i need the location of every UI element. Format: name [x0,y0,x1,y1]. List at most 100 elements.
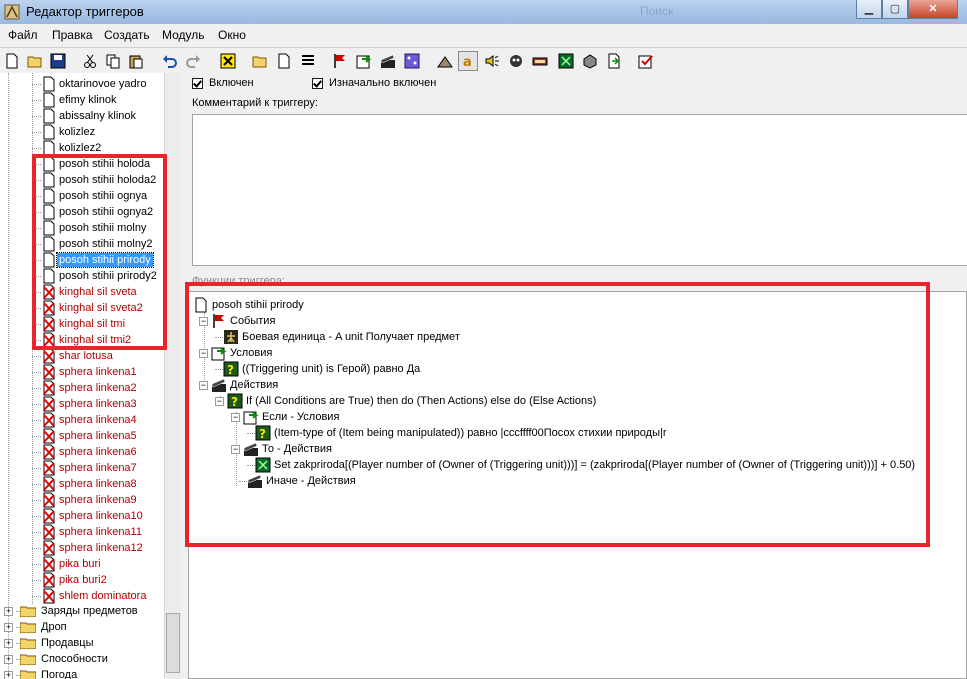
tree-folder[interactable]: + Продавцы [4,635,96,651]
tree-item[interactable]: kolizlez [32,124,97,140]
tree-item-label: sphera linkena12 [59,542,143,554]
expand-icon[interactable]: + [4,670,13,679]
tree-folder[interactable]: + Заряды предметов [4,603,140,619]
enabled-checkbox[interactable] [192,77,203,89]
tree-item[interactable]: oktarinovoe yadro [32,76,148,92]
close-button[interactable]: ✕ [908,0,958,19]
tree-item[interactable]: shlem dominatora [32,588,148,604]
folder-icon [20,654,36,665]
import-icon[interactable] [556,51,576,71]
menu-file[interactable]: Файл [8,28,38,42]
tree-item[interactable]: abissalny klinok [32,108,138,124]
maximize-button[interactable]: ▢ [882,0,908,19]
expand-icon[interactable]: + [4,622,13,632]
trigger-doc-icon [43,76,55,92]
model-icon[interactable] [506,51,526,71]
new-category-icon[interactable] [250,51,270,71]
variables-icon[interactable] [402,51,422,71]
disabled-trigger-icon [43,460,55,476]
tree-item-label: kolizlez [59,126,96,138]
expand-icon[interactable]: + [4,638,13,648]
tree-item[interactable]: sphera linkena9 [32,492,139,508]
tree-folder[interactable]: + Способности [4,651,110,667]
tree-folder[interactable]: + Погода [4,667,79,679]
new-comment-icon[interactable] [298,51,318,71]
disabled-trigger-icon [43,572,55,588]
trigger-editor-icon [4,4,20,20]
tree-item[interactable]: sphera linkena7 [32,460,139,476]
folder-label: Продавцы [41,637,94,649]
folder-label: Заряды предметов [41,605,138,617]
tree-item[interactable]: sphera linkena6 [32,444,139,460]
tree-item[interactable]: sphera linkena8 [32,476,139,492]
tree-guide [8,73,9,679]
tree-item[interactable]: sphera linkena4 [32,412,139,428]
redo-icon[interactable] [183,51,203,71]
tree-item-label: sphera linkena5 [59,430,137,442]
tree-item[interactable]: sphera linkena1 [32,364,139,380]
highlight-box-tree [32,154,167,350]
folder-label: Способности [41,653,108,665]
tree-item[interactable]: shar lotusa [32,348,115,364]
tree-item[interactable]: pika buri2 [32,572,109,588]
tree-item-label: efimy klinok [59,94,117,106]
delete-icon[interactable] [218,51,238,71]
new-condition-icon[interactable] [354,51,374,71]
menu-window[interactable]: Окно [218,28,246,42]
tree-item-label: abissalny klinok [59,110,137,122]
unit-icon[interactable] [530,51,550,71]
tree-item-label: sphera linkena7 [59,462,137,474]
disabled-trigger-icon [43,524,55,540]
disabled-icon[interactable] [636,51,656,71]
new-trigger-icon[interactable] [274,51,294,71]
tree-item-label: sphera linkena6 [59,446,137,458]
tree-item[interactable]: sphera linkena12 [32,540,145,556]
enabled-checkbox-row[interactable]: Включен [192,77,254,89]
minimize-button[interactable]: ▁ [856,0,882,19]
disabled-trigger-icon [43,380,55,396]
tree-item-label: sphera linkena4 [59,414,137,426]
sound-icon[interactable] [482,51,502,71]
tree-item[interactable]: efimy klinok [32,92,118,108]
new-action-icon[interactable] [378,51,398,71]
disabled-trigger-icon [43,412,55,428]
open-icon[interactable] [25,51,45,71]
tree-item[interactable]: sphera linkena5 [32,428,139,444]
initially-enabled-checkbox[interactable] [312,77,323,89]
tree-item-label: sphera linkena3 [59,398,137,410]
undo-icon[interactable] [160,51,180,71]
toolbar: a [0,47,967,74]
menu-edit[interactable]: Правка [52,28,93,42]
tree-item[interactable]: pika buri [32,556,103,572]
test-map-icon[interactable] [604,51,624,71]
objects-icon[interactable] [580,51,600,71]
tree-item-label: sphera linkena11 [59,526,142,538]
cut-icon[interactable] [80,51,100,71]
tree-item[interactable]: sphera linkena2 [32,380,139,396]
save-icon[interactable] [48,51,68,71]
folder-label: Дроп [41,621,67,633]
paste-icon[interactable] [126,51,146,71]
text-a-icon[interactable]: a [458,51,478,71]
tree-folder[interactable]: + Дроп [4,619,69,635]
copy-icon[interactable] [103,51,123,71]
new-icon[interactable] [2,51,22,71]
disabled-trigger-icon [43,444,55,460]
tree-item[interactable]: sphera linkena11 [32,524,144,540]
menu-create[interactable]: Создать [104,28,150,42]
new-event-icon[interactable] [330,51,350,71]
expand-icon[interactable]: + [4,654,13,664]
expand-icon[interactable]: + [4,606,13,616]
initially-enabled-checkbox-row[interactable]: Изначально включен [312,77,436,89]
menu-module[interactable]: Модуль [162,28,205,42]
tree-item[interactable]: sphera linkena3 [32,396,139,412]
scrollbar-thumb[interactable] [166,613,180,673]
tree-item-label: kolizlez2 [59,142,102,154]
tree-item-label: pika buri2 [59,574,107,586]
text-icon[interactable] [435,51,455,71]
title-bar: Редактор триггеров Поиск ▁ ▢ ✕ [0,0,967,24]
comment-textarea[interactable] [192,114,967,266]
highlight-box-functions [185,282,930,547]
tree-item[interactable]: sphera linkena10 [32,508,145,524]
disabled-trigger-icon [43,364,55,380]
